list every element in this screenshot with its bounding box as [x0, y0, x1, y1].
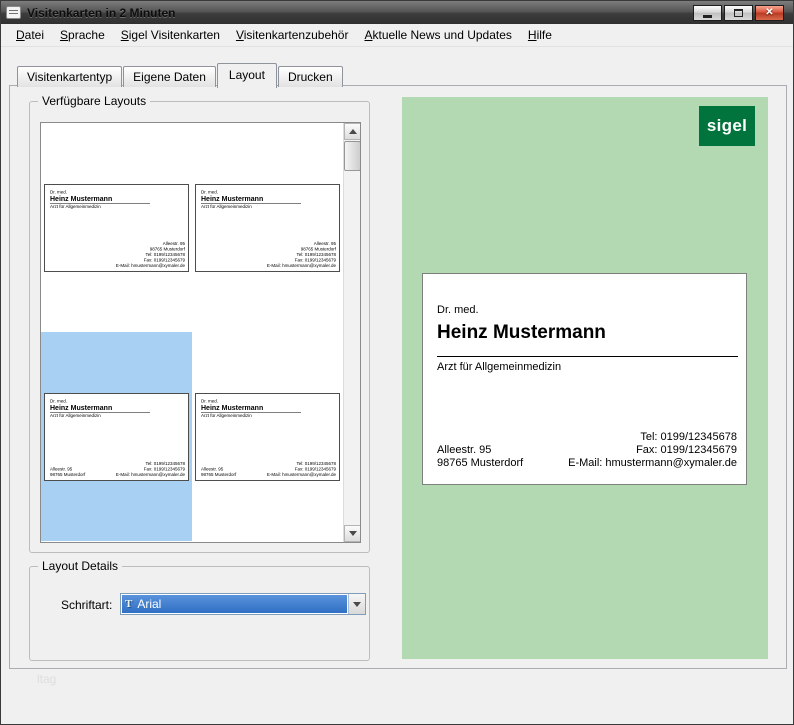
layout-list-scrollbar[interactable] — [343, 123, 360, 542]
card-address-line2: 98765 Musterdorf — [437, 457, 523, 470]
business-card-preview: Dr. med. Heinz Mustermann Arzt für Allge… — [422, 273, 747, 485]
layout-details-group: Layout Details Schriftart: T Arial — [29, 566, 370, 661]
card-fax: Fax: 0199/12345679 — [568, 444, 737, 457]
close-icon: ✕ — [765, 8, 773, 18]
card-tel: Tel: 0199/12345678 — [568, 431, 737, 444]
font-combobox-dropdown-button[interactable] — [348, 594, 365, 614]
card-name-rule — [437, 356, 738, 357]
arrow-down-icon — [349, 531, 357, 536]
menu-item-datei[interactable]: Datei — [8, 24, 52, 46]
title-bar[interactable]: Visitenkarten in 2 Minuten ✕ — [1, 1, 793, 24]
menu-bar: Datei Sprache Sigel Visitenkarten Visite… — [1, 24, 793, 47]
minimize-icon — [703, 15, 712, 18]
font-combobox-selection: T Arial — [122, 595, 347, 613]
card-preview-panel: sigel Dr. med. Heinz Mustermann Arzt für… — [402, 97, 768, 659]
tab-strip: Visitenkartentyp Eigene Daten Layout Dru… — [17, 63, 344, 87]
layout-list-cells: Dr. med. Heinz Mustermann Arzt für Allge… — [41, 123, 343, 542]
font-value: Arial — [137, 597, 161, 611]
close-button[interactable]: ✕ — [755, 5, 784, 21]
card-subtitle: Arzt für Allgemeinmedizin — [437, 361, 561, 373]
layout-option-1[interactable]: Dr. med. Heinz Mustermann Arzt für Allge… — [41, 123, 192, 332]
layout-tab-panel: Verfügbare Layouts Dr. med. Heinz Muster… — [9, 85, 787, 669]
available-layouts-group: Verfügbare Layouts Dr. med. Heinz Muster… — [29, 101, 370, 553]
truetype-font-icon: T — [125, 599, 132, 610]
app-window: Visitenkarten in 2 Minuten ✕ Datei Sprac… — [0, 0, 794, 725]
card-address-block: Alleestr. 95 98765 Musterdorf — [437, 444, 523, 470]
layout-option-4[interactable]: Dr. med. Heinz Mustermann Arzt für Allge… — [192, 332, 343, 541]
layout-option-3-selected[interactable]: Dr. med. Heinz Mustermann Arzt für Allge… — [41, 332, 192, 541]
window-title: Visitenkarten in 2 Minuten — [27, 6, 175, 20]
layout-thumbnail-2: Dr. med. Heinz Mustermann Arzt für Allge… — [195, 184, 340, 272]
layout-option-2[interactable]: Dr. med. Heinz Mustermann Arzt für Allge… — [192, 123, 343, 332]
font-label: Schriftart: — [61, 598, 112, 612]
window-controls: ✕ — [693, 5, 788, 21]
tab-visitenkartentyp[interactable]: Visitenkartentyp — [17, 66, 122, 87]
scrollbar-thumb[interactable] — [344, 141, 361, 171]
menu-item-news-updates[interactable]: Aktuelle News und Updates — [356, 24, 519, 46]
layout-details-title: Layout Details — [38, 559, 122, 573]
layout-thumbnail-3: Dr. med. Heinz Mustermann Arzt für Allge… — [44, 393, 189, 481]
font-combobox[interactable]: T Arial — [120, 593, 366, 615]
tab-drucken[interactable]: Drucken — [278, 66, 343, 87]
minimize-button[interactable] — [693, 5, 722, 21]
arrow-up-icon — [349, 129, 357, 134]
sigel-logo: sigel — [699, 106, 755, 146]
scroll-down-button[interactable] — [344, 525, 361, 542]
card-address-line1: Alleestr. 95 — [437, 444, 523, 457]
tab-eigene-daten[interactable]: Eigene Daten — [123, 66, 216, 87]
watermark: ltag — [37, 672, 56, 686]
layout-thumbnail-4: Dr. med. Heinz Mustermann Arzt für Allge… — [195, 393, 340, 481]
card-email: E-Mail: hmustermann@xymaler.de — [568, 457, 737, 470]
card-name: Heinz Mustermann — [437, 322, 606, 344]
maximize-icon — [734, 9, 743, 17]
menu-item-sigel-visitenkarten[interactable]: Sigel Visitenkarten — [113, 24, 228, 46]
menu-item-sprache[interactable]: Sprache — [52, 24, 113, 46]
app-icon — [6, 6, 21, 19]
maximize-button[interactable] — [724, 5, 753, 21]
card-contact-block: Tel: 0199/12345678 Fax: 0199/12345679 E-… — [568, 431, 737, 470]
card-title: Dr. med. — [437, 304, 479, 316]
tab-layout[interactable]: Layout — [217, 63, 277, 88]
available-layouts-title: Verfügbare Layouts — [38, 94, 150, 108]
menu-item-visitenkartenzubehoer[interactable]: Visitenkartenzubehör — [228, 24, 357, 46]
scroll-up-button[interactable] — [344, 123, 361, 140]
dropdown-arrow-icon — [353, 602, 361, 607]
menu-item-hilfe[interactable]: Hilfe — [520, 24, 560, 46]
layout-thumbnail-1: Dr. med. Heinz Mustermann Arzt für Allge… — [44, 184, 189, 272]
layout-list[interactable]: Dr. med. Heinz Mustermann Arzt für Allge… — [40, 122, 361, 543]
